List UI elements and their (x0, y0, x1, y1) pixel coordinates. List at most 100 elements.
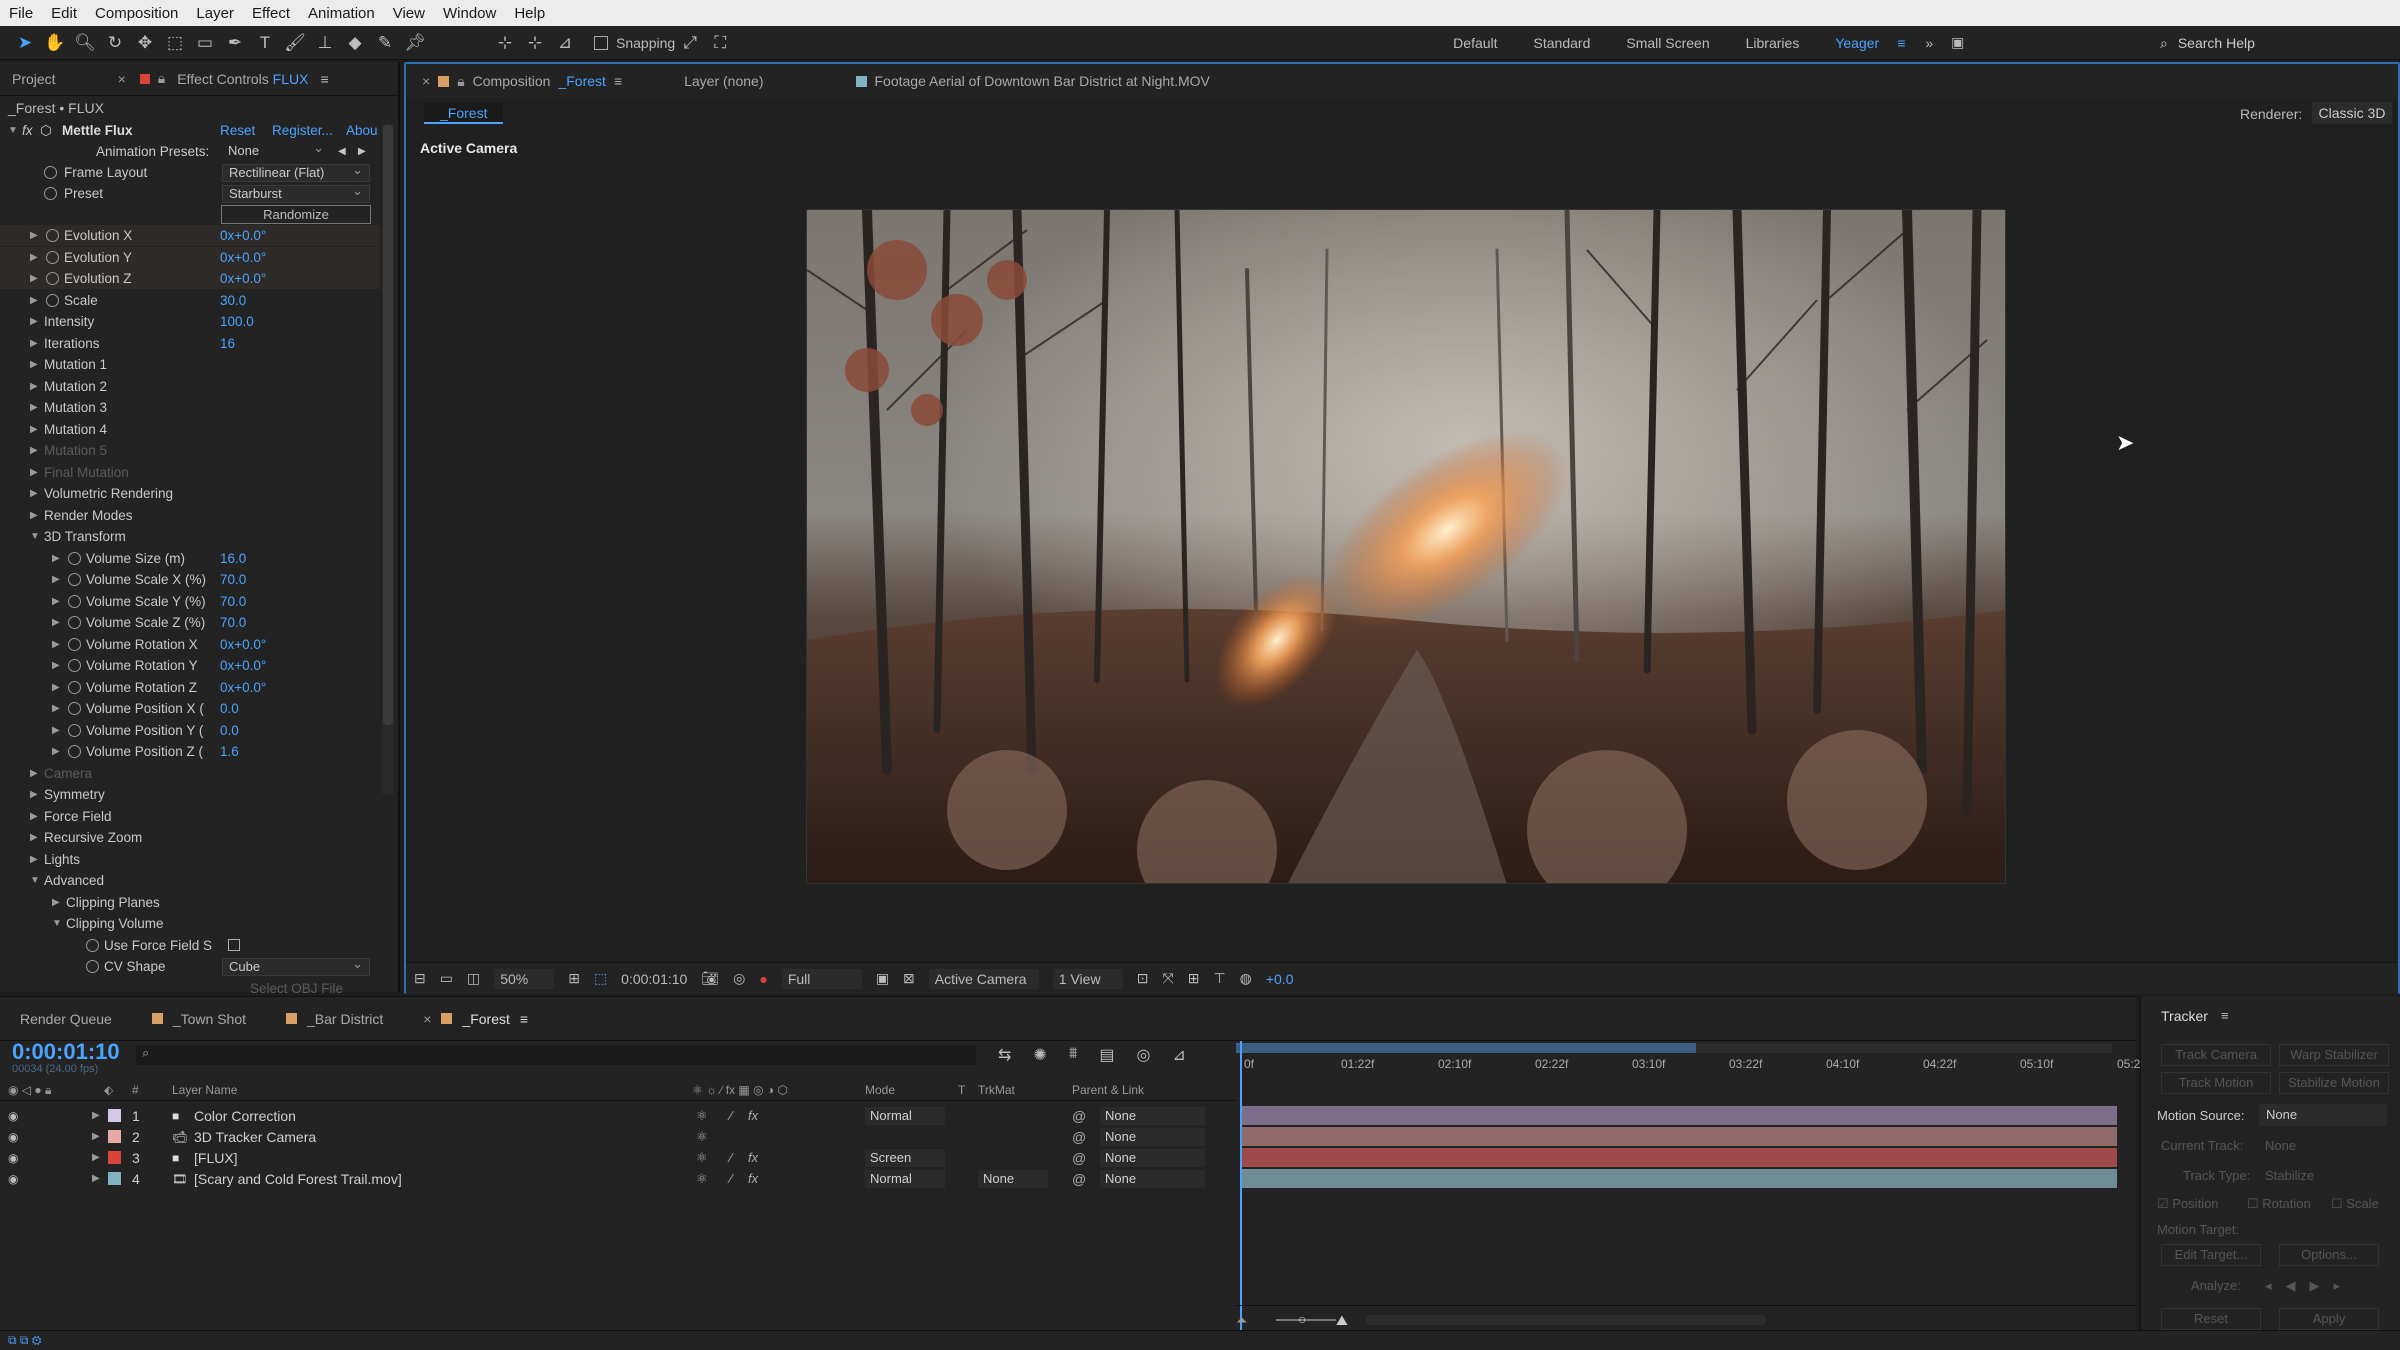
stabilize-motion-button[interactable]: Stabilize Motion (2279, 1072, 2389, 1094)
stopwatch-icon[interactable] (46, 229, 59, 242)
layer-row[interactable]: ◉ ▶ 3 ■ [FLUX] ⚛ ⁄ fx Screen @ None (0, 1147, 1236, 1168)
expand-arrow-icon[interactable]: ▶ (30, 424, 38, 435)
quality-switch-icon[interactable]: ⁄ (730, 1171, 732, 1186)
expand-arrow-icon[interactable]: ▶ (30, 252, 38, 263)
exposure-icon[interactable]: ◍ (1240, 970, 1252, 987)
prop-value[interactable]: 0.0 (220, 701, 239, 716)
region-icon[interactable]: ⬚ (594, 970, 607, 987)
stopwatch-icon[interactable] (68, 637, 81, 651)
label-color-swatch[interactable] (108, 1172, 121, 1185)
pick-whip-icon[interactable]: @ (1072, 1171, 1086, 1187)
shy-switch-icon[interactable]: ⚛ (696, 1150, 708, 1166)
animation-presets-dropdown[interactable]: None (222, 140, 330, 161)
workspace-yeager[interactable]: Yeager (1817, 35, 1897, 51)
expand-arrow-icon[interactable]: ▶ (30, 381, 38, 392)
prop-value[interactable]: 70.0 (220, 594, 246, 609)
show-snapshot-icon[interactable]: ◎ (733, 970, 745, 987)
reset-exposure-icon[interactable]: ⤧ (1163, 970, 1174, 987)
layer-name[interactable]: 3D Tracker Camera (194, 1129, 316, 1145)
zoom-dropdown[interactable]: 50% (494, 968, 555, 989)
tab-composition[interactable]: × 🔒︎ Composition _Forest ≡ (406, 73, 638, 90)
visibility-eye-icon[interactable]: ◉ (8, 1109, 18, 1123)
quality-switch-icon[interactable]: ⁄ (730, 1150, 732, 1165)
menu-layer[interactable]: Layer (187, 5, 243, 22)
workspace-small-screen[interactable]: Small Screen (1608, 35, 1727, 51)
layer-duration-bar[interactable] (1241, 1169, 2117, 1188)
expand-arrow-icon[interactable]: ▼ (30, 875, 40, 886)
search-input[interactable]: Search Help (2178, 35, 2255, 51)
expand-arrow-icon[interactable]: ▶ (52, 746, 60, 757)
visibility-eye-icon[interactable]: ◉ (8, 1172, 18, 1186)
puppet-tool-icon[interactable]: 📌︎ (402, 30, 428, 56)
comp-subtab[interactable]: _Forest (424, 102, 504, 124)
expand-arrow-icon[interactable]: ▶ (92, 1152, 100, 1163)
reset-link[interactable]: Reset (220, 123, 255, 138)
stopwatch-icon[interactable] (46, 250, 59, 264)
blend-mode-dropdown[interactable]: Screen (865, 1148, 945, 1167)
lock-icon[interactable]: 🔒︎ (457, 73, 464, 90)
expand-arrow-icon[interactable]: ▶ (52, 703, 60, 714)
stopwatch-icon[interactable] (46, 272, 59, 285)
stopwatch-icon[interactable] (68, 659, 81, 672)
expand-arrow-icon[interactable]: ▶ (52, 639, 60, 650)
layer-search-input[interactable]: ⌕ (136, 1045, 976, 1065)
prop-value[interactable]: 0.0 (220, 723, 239, 738)
prop-value[interactable]: 70.0 (220, 615, 246, 630)
renderer-dropdown[interactable]: Classic 3D (2312, 102, 2392, 124)
layer-row[interactable]: ◉ ▶ 1 ■ Color Correction ⚛ ⁄ fx Normal @ Non… (0, 1105, 1236, 1126)
layer-row[interactable]: ◉ ▶ 2 📹︎ 3D Tracker Camera ⚛ @ None (0, 1126, 1236, 1147)
menu-help[interactable]: Help (505, 5, 554, 22)
snap-option-icon[interactable]: ⤢ (677, 30, 703, 56)
fx-switch-icon[interactable]: fx (748, 1108, 758, 1123)
workspace-default[interactable]: Default (1435, 35, 1515, 51)
expand-arrow-icon[interactable]: ▶ (30, 467, 38, 478)
zoom-slider-thumb[interactable]: ○ (1298, 1311, 1306, 1327)
timecode-display[interactable]: 0:00:01:10 (621, 971, 687, 987)
composition-frame[interactable] (806, 209, 2006, 884)
layer-name-header[interactable]: Layer Name (172, 1083, 237, 1097)
workspace-editor-icon[interactable]: ▣ (1951, 34, 1964, 51)
zoom-out-icon[interactable]: ⏶ (1236, 1312, 1247, 1329)
menu-window[interactable]: Window (434, 5, 505, 22)
use-force-field-checkbox[interactable] (228, 939, 240, 951)
label-color-swatch[interactable] (108, 1109, 121, 1122)
expand-arrow-icon[interactable]: ▼ (52, 918, 62, 929)
parent-dropdown[interactable]: None (1100, 1106, 1205, 1125)
track-camera-button[interactable]: Track Camera (2161, 1044, 2271, 1066)
prop-value[interactable]: 16 (220, 336, 235, 351)
panel-menu-icon[interactable]: ≡ (320, 71, 328, 87)
channel-icon[interactable]: ● (759, 971, 767, 987)
scale-checkbox[interactable]: ☐ Scale (2331, 1196, 2379, 1212)
expand-arrow-icon[interactable]: ▼ (30, 531, 40, 542)
pick-whip-icon[interactable]: @ (1072, 1129, 1086, 1145)
tab-layer[interactable]: Layer (none) (668, 73, 779, 89)
graph-editor-icon[interactable]: ⊿ (1172, 1045, 1185, 1065)
expand-arrow-icon[interactable]: ▶ (30, 295, 38, 306)
blend-mode-dropdown[interactable]: Normal (865, 1106, 945, 1125)
menu-file[interactable]: File (0, 5, 42, 22)
frame-blending-icon[interactable]: ▤ (1099, 1045, 1114, 1065)
layer-duration-bar[interactable] (1241, 1106, 2117, 1125)
horizontal-scrollbar[interactable] (1366, 1315, 1766, 1325)
visibility-eye-icon[interactable]: ◉ (8, 1151, 18, 1165)
expand-arrow-icon[interactable]: ▶ (52, 725, 60, 736)
tab-footage[interactable]: Footage Aerial of Downtown Bar District … (840, 73, 1226, 89)
brush-tool-icon[interactable]: 🖌︎ (282, 30, 308, 56)
warp-stabilizer-button[interactable]: Warp Stabilizer (2279, 1044, 2389, 1066)
expand-arrow-icon[interactable]: ▶ (30, 445, 38, 456)
randomize-button[interactable]: Randomize (221, 205, 371, 224)
roi-icon[interactable]: ▣ (876, 970, 889, 987)
layer-duration-bar[interactable] (1241, 1127, 2117, 1146)
collapse-arrow-icon[interactable]: ▼ (8, 125, 18, 136)
close-icon[interactable]: × (118, 71, 126, 87)
more-workspaces-icon[interactable]: » (1925, 35, 1933, 51)
expand-arrow-icon[interactable]: ▶ (92, 1131, 100, 1142)
prop-value[interactable]: 100.0 (220, 314, 254, 329)
prop-value[interactable]: 30.0 (220, 293, 246, 308)
about-link[interactable]: Abou (346, 123, 378, 138)
lock-icon[interactable]: 🔒︎ (158, 70, 165, 87)
tab-project[interactable]: Project (0, 71, 68, 87)
track-motion-button[interactable]: Track Motion (2161, 1072, 2271, 1094)
mask-view-icon[interactable]: ◫ (467, 970, 480, 987)
panel-menu-icon[interactable]: ≡ (520, 1011, 528, 1027)
